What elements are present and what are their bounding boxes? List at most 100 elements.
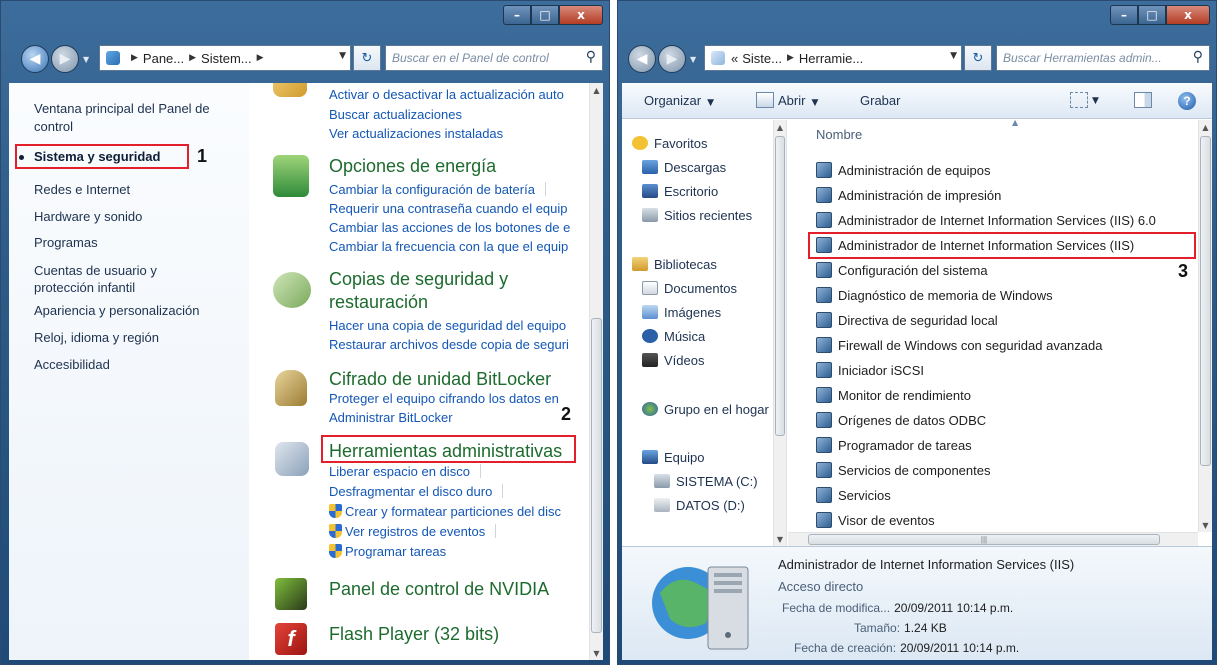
sidebar-item-hardware[interactable]: Hardware y sonido <box>34 208 142 225</box>
help-icon[interactable]: ? <box>1178 92 1196 110</box>
file-item[interactable]: Administrador de Internet Information Se… <box>816 211 1156 231</box>
file-item[interactable]: Configuración del sistema <box>816 261 988 281</box>
scroll-up-icon[interactable]: ▲ <box>590 83 603 97</box>
file-item[interactable]: Administración de impresión <box>816 186 1001 206</box>
view-options-icon[interactable] <box>1070 92 1088 108</box>
bitlocker-title[interactable]: Cifrado de unidad BitLocker <box>329 368 551 390</box>
close-button[interactable]: x <box>559 5 603 25</box>
search-icon[interactable]: ⚲ <box>586 49 596 65</box>
power-options-title[interactable]: Opciones de energía <box>329 155 496 177</box>
chevron-right-icon[interactable]: ▶ <box>257 53 264 63</box>
link-check-updates[interactable]: Buscar actualizaciones <box>329 107 462 123</box>
link-disk-cleanup[interactable]: Liberar espacio en disco <box>329 464 481 480</box>
backup-title-line2[interactable]: restauración <box>329 291 428 313</box>
nav-homegroup[interactable]: Grupo en el hogar <box>642 402 787 417</box>
link-event-logs[interactable]: Ver registros de eventos <box>329 524 497 540</box>
sidebar-item-accounts[interactable]: Cuentas de usuario y protección infantil <box>34 262 204 296</box>
nav-recent-places[interactable]: Sitios recientes <box>642 208 787 223</box>
link-encrypt-drive[interactable]: Proteger el equipo cifrando los datos en <box>329 391 559 407</box>
forward-button[interactable]: ▶ <box>51 45 79 73</box>
column-header-name[interactable]: Nombre <box>816 127 862 142</box>
link-installed-updates[interactable]: Ver actualizaciones instaladas <box>329 126 503 142</box>
breadcrumb-admin-tools[interactable]: Herramie... <box>799 51 863 66</box>
search-input[interactable]: Buscar Herramientas admin... ⚲ <box>996 45 1210 71</box>
file-item[interactable]: Diagnóstico de memoria de Windows <box>816 286 1053 306</box>
minimize-button[interactable]: – <box>503 5 531 25</box>
nav-libraries[interactable]: Bibliotecas <box>632 257 717 272</box>
link-defragment[interactable]: Desfragmentar el disco duro <box>329 484 504 500</box>
sidebar-item-appearance[interactable]: Apariencia y personalización <box>34 302 199 319</box>
link-create-partitions[interactable]: Crear y formatear particiones del disc <box>329 504 561 520</box>
nav-pane-scrollbar[interactable]: ▲ ▼ <box>773 120 786 546</box>
nav-desktop[interactable]: Escritorio <box>642 184 718 199</box>
nav-images[interactable]: Imágenes <box>642 305 721 320</box>
file-item[interactable]: Programador de tareas <box>816 436 972 456</box>
nav-music[interactable]: Música <box>642 329 705 344</box>
preview-pane-icon[interactable] <box>1134 92 1152 108</box>
link-backup-now[interactable]: Hacer una copia de seguridad del equipo <box>329 318 566 334</box>
file-item[interactable]: Servicios de componentes <box>816 461 990 481</box>
refresh-button[interactable]: ↻ <box>353 45 381 71</box>
file-item[interactable]: Monitor de rendimiento <box>816 386 971 406</box>
link-restore-files[interactable]: Restaurar archivos desde copia de seguri <box>329 337 569 353</box>
link-battery-settings[interactable]: Cambiar la configuración de batería <box>329 182 546 198</box>
nav-drive-c[interactable]: SISTEMA (C:) <box>654 474 758 489</box>
scroll-up-icon[interactable]: ▲ <box>1199 120 1212 134</box>
chevron-down-icon[interactable]: ▼ <box>339 51 346 61</box>
backup-title-line1[interactable]: Copias de seguridad y <box>329 268 508 290</box>
refresh-button[interactable]: ↻ <box>964 45 992 71</box>
file-item[interactable]: Directiva de seguridad local <box>816 311 998 331</box>
file-item[interactable]: Administración de equipos <box>816 161 990 181</box>
scroll-down-icon[interactable]: ▼ <box>590 646 603 660</box>
link-toggle-updates[interactable]: Activar o desactivar la actualización au… <box>329 87 564 103</box>
nav-documents[interactable]: Documentos <box>642 281 737 296</box>
file-item[interactable]: Orígenes de datos ODBC <box>816 411 986 431</box>
link-require-password[interactable]: Requerir una contraseña cuando el equip <box>329 201 568 217</box>
file-item[interactable]: Servicios <box>816 486 891 506</box>
nav-computer[interactable]: Equipo <box>642 450 704 465</box>
flash-title[interactable]: Flash Player (32 bits) <box>329 623 499 645</box>
organize-menu[interactable]: Organizar ▼ <box>644 93 714 108</box>
sidebar-item-accessibility[interactable]: Accesibilidad <box>34 356 110 373</box>
breadcrumb-overflow[interactable]: « <box>731 51 738 66</box>
sidebar-home-link[interactable]: Ventana principal del Panel de control <box>34 100 234 136</box>
open-menu[interactable]: Abrir ▼ <box>778 93 818 108</box>
address-bar[interactable]: « Siste... ▶ Herramie... ▼ <box>704 45 962 71</box>
back-button[interactable]: ◀ <box>628 45 656 73</box>
file-item[interactable]: Firewall de Windows con seguridad avanza… <box>816 336 1102 356</box>
recent-pages-dropdown-icon[interactable]: ▼ <box>83 55 93 64</box>
back-button[interactable]: ◀ <box>21 45 49 73</box>
forward-button[interactable]: ▶ <box>658 45 686 73</box>
minimize-button[interactable]: – <box>1110 5 1138 25</box>
close-button[interactable]: x <box>1166 5 1210 25</box>
sidebar-item-network[interactable]: Redes e Internet <box>34 181 130 198</box>
search-icon[interactable]: ⚲ <box>1193 49 1203 65</box>
chevron-down-icon[interactable]: ▼ <box>950 51 957 61</box>
horizontal-scrollbar[interactable]: ||| <box>788 532 1198 546</box>
nav-drive-d[interactable]: DATOS (D:) <box>654 498 745 513</box>
scroll-thumb[interactable] <box>1200 136 1211 466</box>
address-bar[interactable]: ▶ Pane... ▶ Sistem... ▶ ▼ <box>99 45 351 71</box>
nav-downloads[interactable]: Descargas <box>642 160 726 175</box>
breadcrumb-control-panel[interactable]: Pane... <box>143 51 184 66</box>
maximize-button[interactable]: □ <box>1138 5 1166 25</box>
recent-pages-dropdown-icon[interactable]: ▼ <box>690 55 700 64</box>
file-item[interactable]: Visor de eventos <box>816 511 935 531</box>
search-input[interactable]: Buscar en el Panel de control ⚲ <box>385 45 603 71</box>
control-panel-scrollbar[interactable]: ▲ ▼ <box>589 83 603 660</box>
nav-favorites[interactable]: Favoritos <box>632 136 707 151</box>
link-schedule-tasks[interactable]: Programar tareas <box>329 544 446 560</box>
breadcrumb-system[interactable]: Sistem... <box>201 51 252 66</box>
sidebar-item-programs[interactable]: Programas <box>34 234 98 251</box>
scroll-thumb[interactable] <box>775 136 785 436</box>
scroll-thumb[interactable] <box>591 318 602 633</box>
chevron-down-icon[interactable]: ▼ <box>1092 96 1099 106</box>
scroll-up-icon[interactable]: ▲ <box>774 120 786 134</box>
burn-button[interactable]: Grabar <box>860 93 900 108</box>
file-item[interactable]: Iniciador iSCSI <box>816 361 924 381</box>
nav-videos[interactable]: Vídeos <box>642 353 704 368</box>
file-list-scrollbar[interactable]: ▲ ▼ <box>1198 120 1212 532</box>
scroll-down-icon[interactable]: ▼ <box>1199 518 1212 532</box>
breadcrumb-system[interactable]: Siste... <box>742 51 782 66</box>
link-power-buttons[interactable]: Cambiar las acciones de los botones de e <box>329 220 570 236</box>
